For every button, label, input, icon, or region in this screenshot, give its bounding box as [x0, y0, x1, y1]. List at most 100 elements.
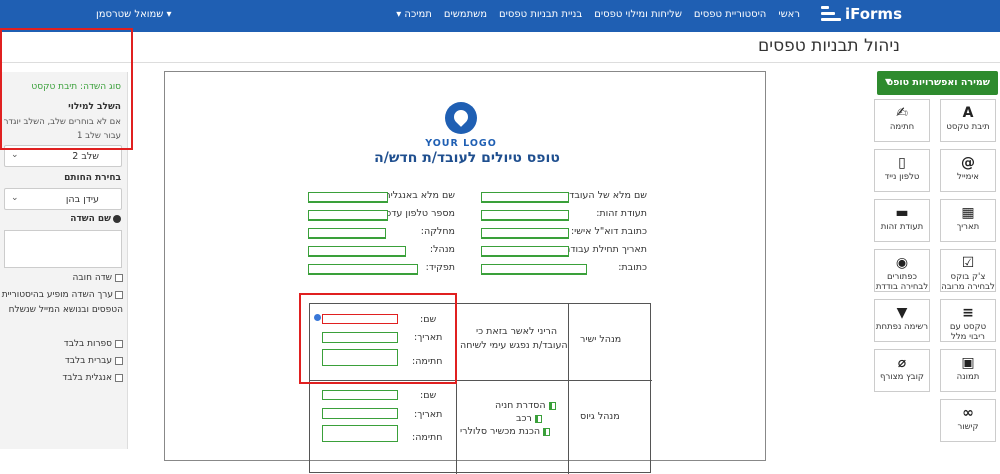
save-options-button[interactable]: שמירה ואפשרויות טופס ▼	[877, 71, 998, 95]
highlight-box	[0, 28, 133, 150]
checkbox-icon[interactable]	[534, 414, 542, 423]
brand-name: iForms	[844, 5, 902, 23]
tool-radio[interactable]: ◉ כפתורים לבחירה בודדת	[874, 249, 930, 292]
digits-only-checkbox[interactable]: ספרות בלבד	[64, 339, 123, 349]
main-nav: ראשי היסטוריית טפסים שליחות ומילוי טפסים…	[396, 9, 800, 20]
phone-icon: ▯	[898, 155, 906, 171]
chevron-down-icon: ⌄	[11, 193, 19, 203]
sig2-name-field[interactable]	[322, 390, 398, 400]
checkbox-box[interactable]	[115, 274, 123, 282]
approval-text-2: העובד/ת נפגש עימי לשיחה	[460, 340, 568, 351]
tool-calendar[interactable]: ▦ תאריך	[940, 199, 996, 242]
checkbox-icon: ☑	[961, 255, 975, 271]
dropdown-icon: ▼	[896, 305, 908, 321]
calendar-icon: ▦	[961, 205, 975, 221]
checkbox-box[interactable]	[115, 357, 123, 365]
tool-label: תיבת טקסט	[946, 122, 990, 132]
address-field[interactable]	[481, 264, 587, 275]
brand-logo[interactable]: iForms	[820, 5, 902, 23]
digits-only-label: ספרות בלבד	[63, 339, 112, 349]
checkbox-icon[interactable]	[543, 427, 551, 436]
tool-at[interactable]: @ אימייל	[940, 149, 996, 192]
highlight-box	[299, 293, 457, 384]
label-employee-name: שם מלא של העובד:	[565, 190, 647, 201]
checkbox-box[interactable]	[115, 290, 123, 299]
id-number-field[interactable]	[481, 210, 569, 221]
checkbox-box[interactable]	[115, 374, 123, 382]
manager-field[interactable]	[308, 246, 406, 257]
tool-label: טקסט עם ריבוי מלל	[949, 322, 987, 342]
label-email: כתובת דוא"ל אישי:	[570, 226, 647, 237]
sig2-name-label: שם:	[420, 390, 437, 401]
tool-label: תאריך	[956, 222, 980, 232]
tool-text[interactable]: A תיבת טקסט	[940, 99, 996, 142]
label-english-name: שם מלא באנגלית:	[381, 190, 455, 201]
checkbox-box[interactable]	[115, 340, 123, 348]
nav-home[interactable]: ראשי	[778, 9, 800, 20]
tool-label: צ'ק בוקס לבחירה מרובה	[941, 272, 995, 292]
nav-send-fill-forms[interactable]: שליחות ומילוי טפסים	[594, 9, 682, 20]
tool-phone[interactable]: ▯ טלפון נייד	[874, 149, 930, 192]
phone-field[interactable]	[308, 210, 388, 221]
english-name-field[interactable]	[308, 192, 388, 203]
tool-label: טלפון נייד	[884, 172, 920, 182]
tool-link[interactable]: ∞ קישור	[940, 399, 996, 442]
signer-select-value: עידן בהן	[65, 194, 99, 205]
sig2-sign-field[interactable]	[322, 425, 398, 442]
link-icon: ∞	[962, 405, 974, 421]
history-checkbox[interactable]: ערך השדה מופיע בהיסטוריית הטפסים ובנושא …	[1, 288, 123, 318]
signature-icon: ✍	[896, 105, 908, 121]
signer-select[interactable]: עידן בהן ⌄	[4, 188, 122, 210]
position-field[interactable]	[308, 264, 418, 275]
hebrew-only-label: עברית בלבד	[64, 356, 112, 366]
checkbox-icon[interactable]	[548, 401, 556, 410]
tool-signature[interactable]: ✍ חתימה	[874, 99, 930, 142]
required-label: שדה חובה	[72, 273, 112, 283]
nav-users[interactable]: משתמשים	[444, 9, 487, 20]
tool-label: אימייל	[957, 172, 979, 182]
label-id-number: תעודת זהות:	[596, 208, 647, 219]
tool-image[interactable]: ▣ תמונה	[940, 349, 996, 392]
tool-label: חתימה	[889, 122, 915, 132]
department-field[interactable]	[308, 228, 386, 239]
caret-down-icon: ▼	[885, 77, 892, 86]
task-phone: הכנת מכשיר סלולרי	[460, 426, 551, 437]
tool-dropdown[interactable]: ▼ רשימה נפתחת	[874, 299, 930, 342]
field-name-input[interactable]	[4, 230, 122, 268]
tool-id-card[interactable]: ▬ תעודת זהות	[874, 199, 930, 242]
label-manager: מנהל:	[429, 244, 455, 255]
tool-paperclip[interactable]: ⌀ קובץ מצורף	[874, 349, 930, 392]
hebrew-only-checkbox[interactable]: עברית בלבד	[65, 356, 123, 366]
tool-multiline[interactable]: ≡ טקסט עם ריבוי מלל	[940, 299, 996, 342]
form-canvas[interactable]: YOUR LOGO טופס טיולים לעובד/ת חדש/ה שם מ…	[164, 71, 766, 474]
tool-label: כפתורים לבחירה בודדת	[875, 272, 929, 292]
top-navbar: iForms ראשי היסטוריית טפסים שליחות ומילו…	[0, 0, 1000, 32]
sig2-date-field[interactable]	[322, 408, 398, 419]
nav-build-templates[interactable]: בניית תבניות טפסים	[499, 9, 582, 20]
sig2-date-label: תאריך:	[414, 409, 443, 420]
user-menu[interactable]: ▾ שמואל שטרסמן	[96, 9, 172, 20]
label-department: מחלקה:	[420, 226, 455, 237]
id-card-icon: ▬	[895, 205, 909, 221]
employee-name-field[interactable]	[481, 192, 569, 203]
tool-checkbox[interactable]: ☑ צ'ק בוקס לבחירה מרובה	[940, 249, 996, 292]
required-checkbox[interactable]: שדה חובה	[73, 273, 123, 283]
english-only-checkbox[interactable]: אנגלית בלבד	[62, 373, 123, 383]
nav-forms-history[interactable]: היסטוריית טפסים	[694, 9, 766, 20]
forms-logo-icon	[820, 5, 841, 23]
divider	[0, 62, 1000, 63]
signer-heading: בחירת החותם	[64, 173, 121, 183]
email-field[interactable]	[481, 228, 569, 239]
label-position: תפקיד:	[425, 262, 455, 273]
page-title: ניהול תבניות טפסים	[758, 36, 900, 56]
label-address: כתובת:	[618, 262, 647, 273]
tool-label: תעודת זהות	[880, 222, 924, 232]
paperclip-icon: ⌀	[897, 355, 907, 371]
sig2-sign-label: חתימה:	[412, 432, 443, 443]
label-phone: מספר טלפון עדכני:	[377, 208, 455, 219]
chevron-down-icon: ⌄	[11, 150, 19, 160]
logo-icon	[445, 102, 477, 134]
start-date-field[interactable]	[481, 246, 569, 257]
nav-support[interactable]: תמיכה ▾	[396, 9, 432, 20]
task-parking: הסדרת חניה	[495, 400, 556, 411]
